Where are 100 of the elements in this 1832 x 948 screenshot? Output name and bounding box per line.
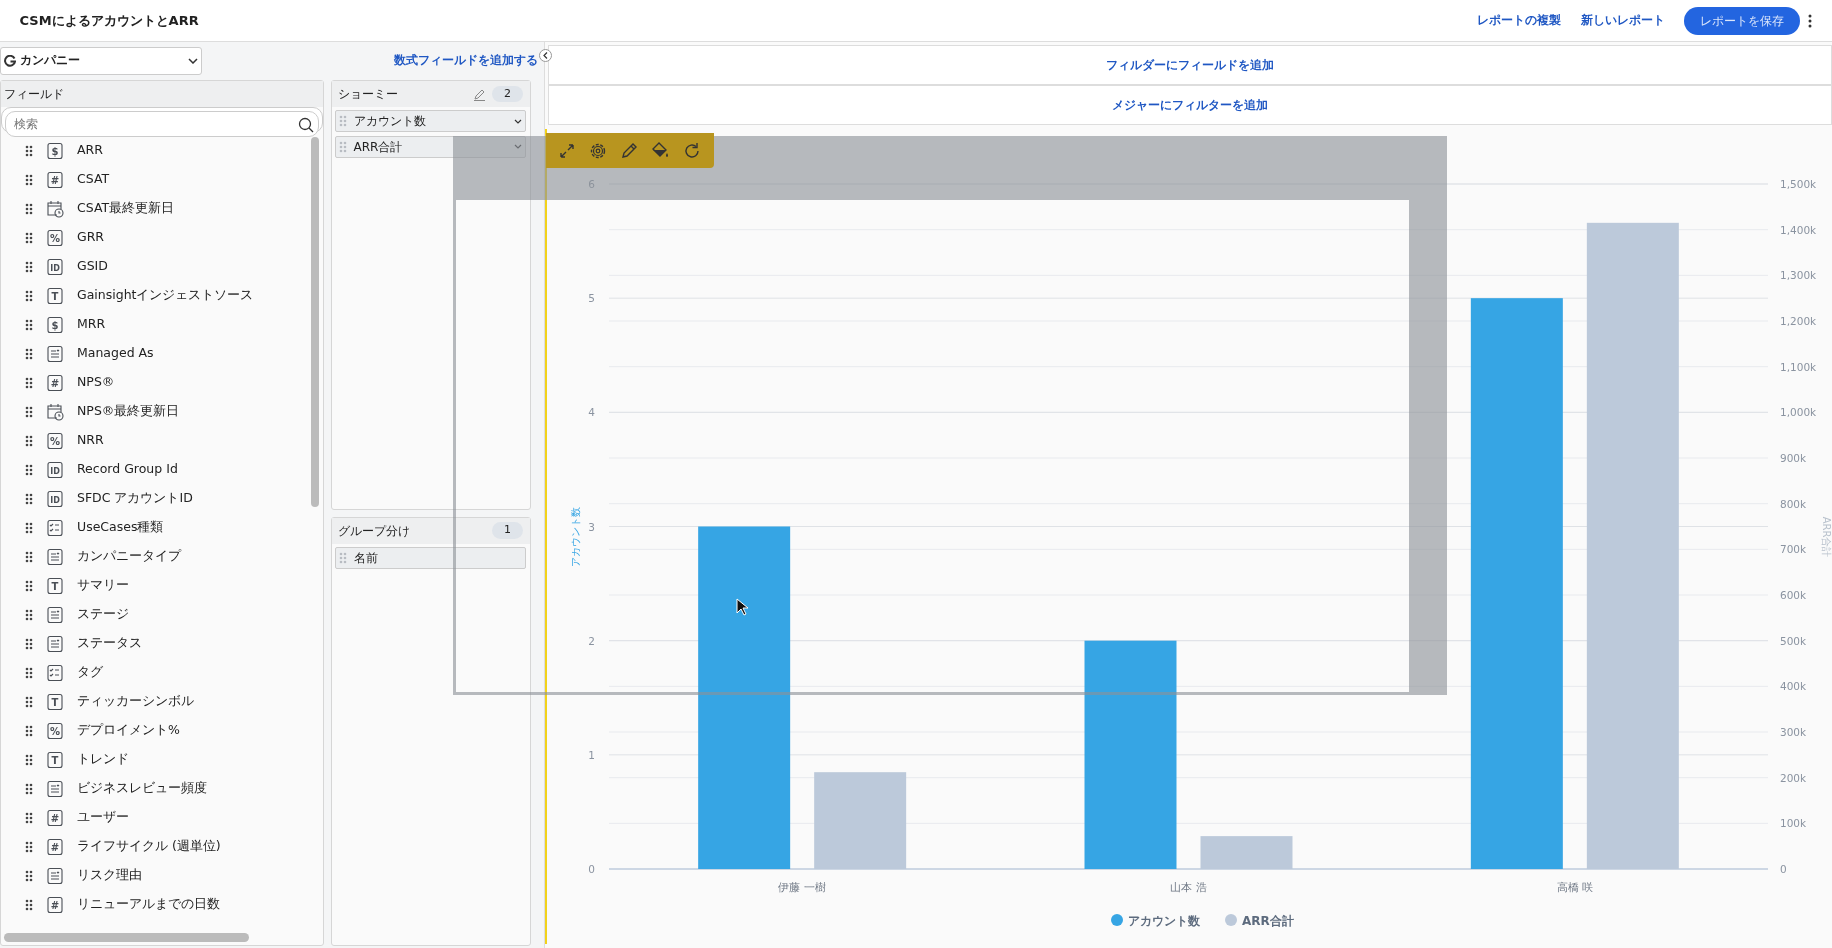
field-label[interactable]: リスク理由 — [77, 866, 142, 886]
field-label[interactable]: タグ — [77, 663, 103, 683]
list-icon — [46, 634, 64, 653]
field-label[interactable]: ビジネスレビュー頻度 — [77, 779, 207, 799]
field-label[interactable]: ティッカーシンボル — [77, 692, 194, 712]
drag-handle-icon[interactable] — [25, 521, 33, 534]
field-type-icon: T — [46, 692, 64, 711]
axis-tick-label: 1,000k — [1780, 405, 1817, 418]
axis-tick-label: 1,500k — [1780, 177, 1817, 190]
group-pill[interactable]: 名前 — [334, 546, 527, 569]
field-label[interactable]: ARR — [77, 141, 103, 161]
field-label[interactable]: トレンド — [77, 750, 129, 770]
more-icon[interactable] — [1806, 12, 1813, 29]
drag-handle-icon[interactable] — [25, 144, 33, 157]
field-type-icon: % — [46, 431, 64, 450]
category-label: 伊藤 一樹 — [778, 880, 826, 893]
pencil-icon[interactable] — [472, 87, 486, 101]
drag-handle-icon[interactable] — [25, 173, 33, 186]
add-filter-link[interactable]: フィルダーにフィールドを追加 — [1106, 56, 1275, 74]
field-label[interactable]: GSID — [77, 257, 108, 277]
legend-label: アカウント数 — [1128, 913, 1201, 928]
drag-handle-icon[interactable] — [25, 289, 33, 302]
save-report-button[interactable]: レポートを保存 — [1684, 6, 1800, 35]
field-label[interactable]: NRR — [77, 431, 104, 451]
header-link[interactable]: レポートの複製 — [1477, 11, 1561, 30]
drag-handle-icon[interactable] — [25, 492, 33, 505]
drag-handle-icon[interactable] — [25, 202, 33, 215]
axis-tick-label: 5 — [588, 291, 595, 304]
axis-tick-label: 800k — [1780, 497, 1807, 510]
field-label[interactable]: MRR — [77, 315, 106, 335]
field-label[interactable]: ライフサイクル (週単位) — [77, 837, 221, 857]
field-label[interactable]: ステージ — [77, 605, 129, 625]
measure-pill[interactable]: アカウント数 — [334, 110, 527, 133]
axis-tick-label: 0 — [1780, 862, 1787, 875]
scrollbar-thumb[interactable] — [4, 932, 250, 942]
search-field[interactable]: 検索 — [5, 111, 319, 138]
field-label[interactable]: NPS® — [77, 373, 115, 393]
field-label[interactable]: CSAT — [77, 170, 110, 190]
field-type-icon: T — [46, 286, 64, 305]
scrollbar-thumb[interactable] — [311, 137, 319, 507]
drag-handle-icon[interactable] — [25, 782, 33, 795]
drag-handle-icon[interactable] — [25, 898, 33, 911]
header-link[interactable]: 新しいレポート — [1580, 11, 1665, 30]
drag-handle-icon[interactable] — [339, 115, 347, 128]
field-type-icon: ID — [46, 257, 64, 276]
field-label[interactable]: カンパニータイプ — [77, 547, 181, 567]
drag-handle-icon[interactable] — [25, 840, 33, 853]
drag-handle-icon[interactable] — [25, 753, 33, 766]
field-label[interactable]: CSAT最終更新日 — [77, 199, 175, 219]
legend-item[interactable]: ARR合計 — [1225, 913, 1294, 928]
drag-handle-icon[interactable] — [25, 347, 33, 360]
source-dropdown[interactable]: カンパニー — [0, 47, 202, 75]
field-label[interactable]: SFDC アカウントID — [77, 489, 193, 509]
axis-tick-label: 1,400k — [1780, 223, 1817, 236]
drag-handle-icon[interactable] — [25, 724, 33, 737]
axis-tick-label: 3 — [588, 520, 595, 532]
axis-tick-label: 1 — [588, 748, 595, 761]
field-type-icon: ID — [46, 489, 64, 508]
drag-handle-icon[interactable] — [25, 695, 33, 708]
caret-icon[interactable] — [514, 118, 522, 124]
list-icon — [46, 866, 64, 885]
field-label[interactable]: サマリー — [77, 576, 129, 596]
field-label[interactable]: デプロイメント% — [77, 721, 180, 741]
drag-handle-icon[interactable] — [339, 551, 347, 564]
count-badge: 1 — [492, 522, 523, 539]
drag-handle-icon[interactable] — [25, 231, 33, 244]
drag-handle-icon[interactable] — [25, 434, 33, 447]
logo-icon — [4, 55, 17, 67]
axis-tick-label: 400k — [1780, 679, 1807, 692]
drag-handle-icon[interactable] — [25, 579, 33, 592]
drag-handle-icon[interactable] — [25, 260, 33, 273]
drag-handle-icon[interactable] — [25, 463, 33, 476]
axis-tick-label: 2 — [588, 634, 595, 647]
calendar-icon — [46, 402, 64, 421]
add-filter-link[interactable]: メジャーにフィルターを追加 — [1112, 96, 1269, 114]
search-icon[interactable] — [298, 117, 314, 133]
drag-handle-icon[interactable] — [25, 376, 33, 389]
drag-handle-icon[interactable] — [25, 637, 33, 650]
field-type-icon: % — [46, 721, 64, 740]
legend-item[interactable]: アカウント数 — [1111, 913, 1200, 928]
drag-handle-icon[interactable] — [25, 666, 33, 679]
category-label: 高橋 咲 — [1556, 880, 1593, 893]
field-label[interactable]: ユーザー — [77, 808, 129, 828]
drag-handle-icon[interactable] — [25, 550, 33, 563]
drag-handle-icon[interactable] — [25, 405, 33, 418]
drag-handle-icon[interactable] — [25, 608, 33, 621]
drag-handle-icon[interactable] — [339, 140, 347, 153]
field-label[interactable]: Managed As — [77, 344, 154, 364]
field-label[interactable]: NPS®最終更新日 — [77, 402, 180, 422]
drag-handle-icon[interactable] — [25, 869, 33, 882]
field-label[interactable]: Gainsightインジェストソース — [77, 286, 254, 306]
field-label[interactable]: リニューアルまでの日数 — [77, 895, 220, 915]
field-label[interactable]: ステータス — [77, 634, 142, 654]
drag-handle-icon[interactable] — [25, 318, 33, 331]
add-formula-field-link[interactable]: 数式フィールドを追加する — [393, 52, 538, 70]
field-label[interactable]: UseCases種類 — [77, 518, 164, 538]
field-label[interactable]: GRR — [77, 228, 105, 248]
drag-handle-icon[interactable] — [25, 811, 33, 824]
axis-tick-label: 4 — [588, 405, 595, 418]
field-label[interactable]: Record Group Id — [77, 460, 178, 480]
